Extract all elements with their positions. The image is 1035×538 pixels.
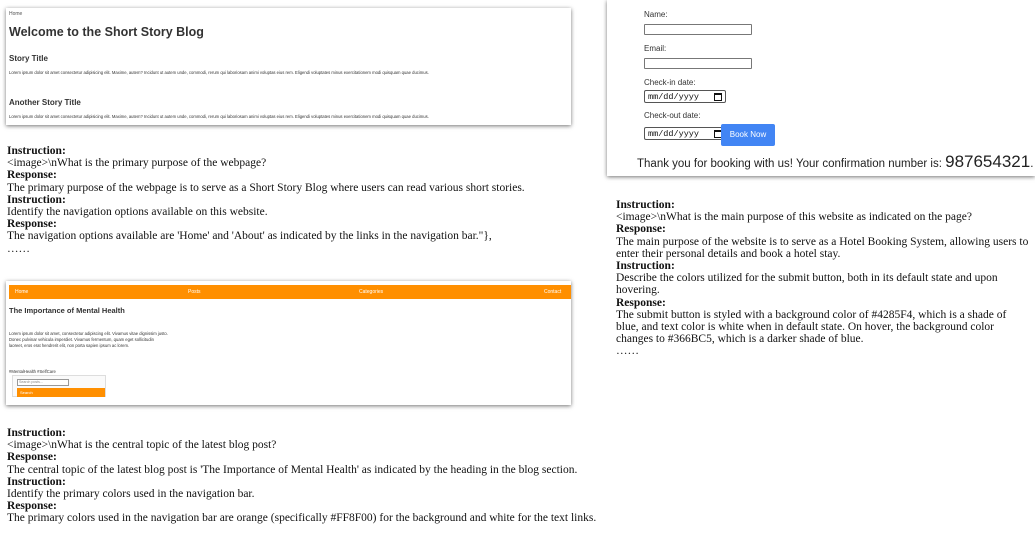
instruction-text: Describe the colors utilized for the sub… <box>616 272 998 297</box>
confirmation-text: Thank you for booking with us! Your conf… <box>637 158 946 170</box>
confirmation-period: . <box>1030 158 1034 170</box>
response-label: Response: <box>616 296 666 309</box>
post-body: Lorem ipsum dolor sit amet, consectetur … <box>9 331 168 348</box>
instruction-text: <image>\nWhat is the central topic of th… <box>7 439 277 452</box>
qa-block-mental-health: Instruction: <image>\nWhat is the centra… <box>7 427 627 525</box>
nav-link-home[interactable]: Home <box>15 289 28 295</box>
response-text: The central topic of the latest blog pos… <box>7 463 578 476</box>
post-title: The Importance of Mental Health <box>9 306 125 315</box>
response-text: The primary purpose of the webpage is to… <box>7 181 525 194</box>
response-text: The main purpose of the website is to se… <box>616 235 1029 260</box>
qa-block-hotel: Instruction: <image>\nWhat is the main p… <box>616 199 1031 358</box>
response-label: Response: <box>7 451 57 464</box>
story-text: Lorem ipsum dolor sit amet consectetur a… <box>9 70 429 75</box>
short-story-blog-screenshot: Home Welcome to the Short Story Blog Sto… <box>6 8 571 125</box>
search-button[interactable]: Search <box>17 388 105 397</box>
search-input[interactable]: Search posts... <box>17 379 69 386</box>
navigation-bar: Home Posts Categories Contact <box>9 285 571 299</box>
instruction-label: Instruction: <box>7 427 66 439</box>
instruction-label: Instruction: <box>616 199 675 211</box>
checkin-date-input[interactable]: mm/dd/yyyy <box>644 90 726 103</box>
instruction-label: Instruction: <box>616 260 675 273</box>
name-label: Name: <box>644 10 668 19</box>
book-now-button[interactable]: Book Now <box>721 124 775 146</box>
checkout-date-value: mm/dd/yyyy <box>648 129 700 139</box>
name-field[interactable] <box>644 24 752 35</box>
checkin-date-value: mm/dd/yyyy <box>648 92 700 102</box>
response-label: Response: <box>7 218 57 231</box>
checkout-label: Check-out date: <box>644 111 701 120</box>
checkout-date-input[interactable]: mm/dd/yyyy <box>644 127 726 140</box>
instruction-label: Instruction: <box>7 145 66 157</box>
post-tags: #MentalHealth #SelfCare <box>9 369 56 374</box>
story-title: Another Story Title <box>9 98 81 107</box>
instruction-text: <image>\nWhat is the main purpose of thi… <box>616 211 972 224</box>
blog-heading: Welcome to the Short Story Blog <box>9 25 204 39</box>
instruction-label: Instruction: <box>7 475 66 488</box>
hotel-booking-screenshot: Name: Email: Check-in date: mm/dd/yyyy C… <box>607 0 1035 176</box>
response-label: Response: <box>616 223 666 236</box>
instruction-text: Identify the navigation options availabl… <box>7 206 268 219</box>
checkin-label: Check-in date: <box>644 78 696 87</box>
email-field[interactable] <box>644 58 752 69</box>
response-text: The submit button is styled with a backg… <box>616 308 1007 346</box>
nav-link-contact[interactable]: Contact <box>544 289 561 295</box>
instruction-label: Instruction: <box>7 193 66 206</box>
search-widget: Search posts... Search <box>12 375 106 397</box>
qa-block-blog: Instruction: <image>\nWhat is the primar… <box>7 145 607 255</box>
calendar-icon[interactable] <box>714 93 722 101</box>
story-title: Story Title <box>9 54 48 63</box>
email-label: Email: <box>644 44 667 53</box>
story-text: Lorem ipsum dolor sit amet consectetur a… <box>9 114 429 119</box>
ellipsis: …… <box>616 345 639 358</box>
response-label: Response: <box>7 169 57 182</box>
nav-link-posts[interactable]: Posts <box>188 289 201 295</box>
response-text: The navigation options available are 'Ho… <box>7 230 492 243</box>
instruction-text: Identify the primary colors used in the … <box>7 488 255 501</box>
response-text: The primary colors used in the navigatio… <box>7 512 597 525</box>
instruction-text: <image>\nWhat is the primary purpose of … <box>7 157 267 170</box>
mental-health-blog-screenshot: Home Posts Categories Contact The Import… <box>6 281 571 405</box>
ellipsis: …… <box>7 242 30 255</box>
confirmation-message: Thank you for booking with us! Your conf… <box>637 152 1033 172</box>
confirmation-number: 987654321 <box>945 152 1031 171</box>
nav-link-categories[interactable]: Categories <box>359 289 383 295</box>
response-label: Response: <box>7 500 57 513</box>
breadcrumb-home-link[interactable]: Home <box>9 11 22 17</box>
